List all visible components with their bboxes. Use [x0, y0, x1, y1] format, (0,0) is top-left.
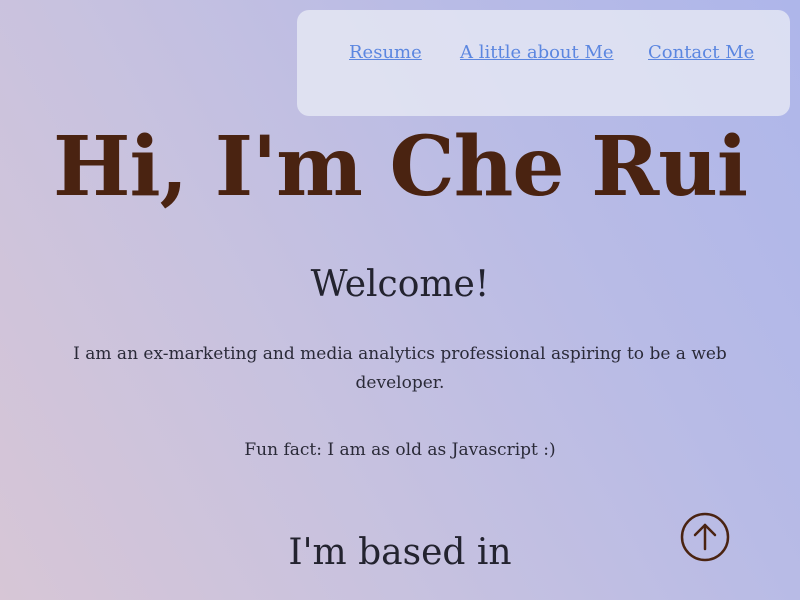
arrow-up-circle-icon — [680, 512, 730, 562]
intro-text: I am an ex-marketing and media analytics… — [73, 344, 727, 393]
nav-link-contact[interactable]: Contact Me — [648, 42, 754, 64]
nav-link-about[interactable]: A little about Me — [460, 42, 614, 64]
fun-fact-text: Fun fact: I am as old as Javascript :) — [244, 440, 556, 460]
scroll-to-top-button[interactable] — [680, 512, 730, 562]
hero-title: Hi, I'm Che Rui — [52, 119, 748, 215]
nav-link-resume[interactable]: Resume — [349, 42, 422, 64]
welcome-heading: Welcome! — [310, 264, 490, 305]
top-nav: Resume A little about Me Contact Me — [297, 10, 790, 116]
